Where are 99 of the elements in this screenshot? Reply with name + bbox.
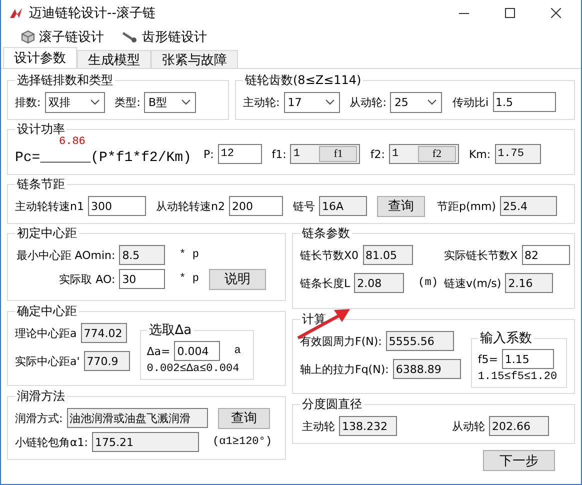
unit-label: (m): [418, 277, 438, 289]
field-label: 类型:: [114, 94, 140, 110]
close-icon[interactable]: [551, 8, 561, 18]
unit-label: (α1≥120°): [212, 436, 272, 448]
input-field[interactable]: 0.004: [174, 341, 220, 361]
next-button[interactable]: 下一步: [483, 450, 555, 471]
field-label: 从动轮: [452, 418, 485, 434]
input-field[interactable]: 202.66: [489, 416, 549, 436]
input-field[interactable]: 175.21: [92, 432, 199, 452]
field-label: f1:: [272, 148, 286, 160]
field-label: 轴上的拉力Fq(N):: [300, 362, 389, 376]
group-title: 分度圆直径: [301, 396, 363, 413]
group-title: 初定中心距: [16, 225, 78, 242]
field-label: 最小中心距 AOmin:: [16, 248, 116, 262]
input-field[interactable]: 8.5: [119, 245, 166, 265]
tab[interactable]: 设计参数: [3, 47, 77, 68]
input-field[interactable]: 5555.56: [386, 331, 454, 351]
unit-label: * p: [179, 249, 199, 261]
input-field[interactable]: 1.15: [502, 349, 554, 369]
input-field[interactable]: 138.232: [339, 416, 397, 436]
dropdown[interactable]: 17: [284, 92, 340, 112]
app-icon: [9, 7, 23, 19]
input-field[interactable]: 82: [522, 245, 570, 265]
field-label: Km:: [468, 148, 491, 160]
cube-icon: [21, 30, 35, 44]
chevron-icon: [90, 99, 100, 105]
field-label: 实际中心距a': [15, 354, 80, 368]
field-label: 理论中心距a: [15, 326, 77, 340]
group-title: 选取Δa: [148, 322, 193, 339]
field-label: 链条长度L: [300, 276, 350, 290]
field-label: 排数:: [15, 94, 41, 110]
input-field[interactable]: 油池润滑或油盘飞溅润滑: [66, 408, 208, 428]
range-text: 0.002≤Δa≤0.004: [146, 363, 240, 375]
input-field[interactable]: 200: [228, 196, 283, 216]
help-button[interactable]: 说明: [209, 268, 266, 290]
input-field[interactable]: 6388.89: [392, 359, 461, 379]
field-label: 主动轮: [302, 418, 335, 434]
input-field[interactable]: 1.75: [494, 144, 541, 164]
field-label: 链速v(m/s): [444, 276, 502, 290]
input-field[interactable]: 16A: [318, 196, 367, 216]
input-field[interactable]: 2.16: [505, 273, 554, 293]
input-field[interactable]: 1.5: [492, 92, 556, 112]
field-label: 有效圆周力F(N):: [300, 334, 382, 348]
field-label: 链长节数X0: [300, 248, 359, 262]
group-title: 确定中心距: [16, 303, 78, 320]
field-label: 主动轮:: [243, 94, 280, 110]
formula-text: Pc=______(P*f1*f2/Km): [15, 150, 192, 166]
chevron-icon: [181, 99, 192, 105]
chevron-icon: [427, 99, 438, 105]
field-label: 链号: [292, 198, 315, 214]
group-title: 链条节距: [16, 176, 66, 193]
input-field[interactable]: 1 f1: [290, 144, 360, 164]
input-field[interactable]: 770.9: [84, 351, 130, 371]
group-title: 链轮齿数(8≤Z≤114): [244, 72, 362, 89]
dropdown[interactable]: 25: [390, 92, 442, 112]
field-label: P:: [203, 148, 214, 160]
unit-label: * p: [179, 273, 199, 285]
field-label: 传动比i: [452, 94, 488, 110]
menu-item[interactable]: 齿形链设计: [122, 28, 207, 46]
input-field[interactable]: 2.08: [354, 273, 404, 293]
input-field[interactable]: 300: [88, 196, 146, 216]
tab[interactable]: 张紧与故障: [151, 50, 238, 68]
group-title: 计算: [301, 311, 327, 328]
field-label: f5=: [478, 352, 498, 366]
field-label: 润滑方式:: [15, 410, 63, 426]
coefficient-button[interactable]: f1: [319, 146, 358, 162]
dropdown[interactable]: B型: [144, 92, 196, 112]
power-result: 6.86: [59, 136, 86, 148]
menu-item[interactable]: 滚子链设计: [21, 28, 104, 46]
input-field[interactable]: 25.4: [500, 196, 557, 216]
group-title: 选择链排数和类型: [16, 72, 114, 89]
field-label: f2:: [370, 148, 385, 160]
field-label: 小链轮包角α1:: [15, 434, 88, 450]
group-title: 设计功率: [16, 121, 66, 136]
maximize-icon[interactable]: [505, 8, 515, 18]
range-text: 1.15≤f5≤1.20: [478, 371, 558, 383]
field-label: 实际取 AO:: [59, 272, 116, 286]
query-button[interactable]: 查询: [218, 408, 270, 428]
tab[interactable]: 生成模型: [77, 50, 151, 68]
field-label: 从动轮:: [350, 94, 386, 110]
input-field[interactable]: 1 f2: [388, 144, 459, 164]
input-field[interactable]: 30: [119, 269, 166, 289]
unit-label: a: [234, 345, 241, 357]
field-label: 从动轮转速n2: [156, 198, 225, 214]
input-field[interactable]: 774.02: [80, 323, 127, 343]
group-title: 润滑方法: [16, 388, 66, 405]
group-title: 输入系数: [478, 330, 533, 347]
chevron-icon: [324, 99, 335, 105]
coefficient-button[interactable]: f2: [418, 146, 456, 162]
group-title: 链条参数: [301, 225, 351, 242]
input-field[interactable]: 81.05: [362, 245, 413, 265]
dropdown[interactable]: 双排: [44, 92, 105, 112]
query-button[interactable]: 查询: [376, 196, 425, 216]
field-label: 主动轮转速n1: [15, 198, 84, 214]
window-title: 迈迪链轮设计--滚子链: [29, 5, 156, 22]
field-label: 节距p(mm): [436, 198, 496, 214]
input-field[interactable]: 12: [218, 144, 262, 164]
field-label: 实际链长节数X: [444, 248, 518, 262]
field-label: Δa=: [146, 344, 170, 358]
